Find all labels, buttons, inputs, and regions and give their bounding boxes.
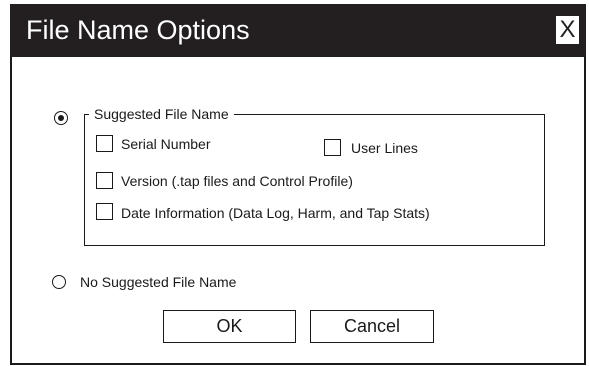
title-bar: File Name Options X [10, 4, 586, 57]
no-suggested-file-name-label: No Suggested File Name [80, 274, 237, 290]
serial-number-checkbox[interactable] [96, 135, 113, 152]
radio-selected-dot [57, 114, 64, 121]
close-button[interactable]: X [555, 15, 580, 45]
ok-button[interactable]: OK [163, 310, 296, 343]
date-information-label: Date Information (Data Log, Harm, and Ta… [121, 205, 430, 221]
no-suggested-file-name-radio[interactable] [52, 275, 66, 289]
serial-number-label: Serial Number [121, 136, 211, 152]
suggested-file-name-label: Suggested File Name [89, 106, 234, 122]
close-icon: X [559, 16, 576, 43]
cancel-button[interactable]: Cancel [310, 310, 434, 343]
date-information-checkbox[interactable] [96, 203, 113, 220]
user-lines-checkbox[interactable] [324, 139, 341, 156]
suggested-file-name-radio[interactable] [54, 111, 68, 125]
version-checkbox[interactable] [96, 172, 113, 189]
dialog-title: File Name Options [26, 15, 250, 45]
user-lines-label: User Lines [351, 140, 418, 156]
version-label: Version (.tap files and Control Profile) [121, 173, 353, 189]
